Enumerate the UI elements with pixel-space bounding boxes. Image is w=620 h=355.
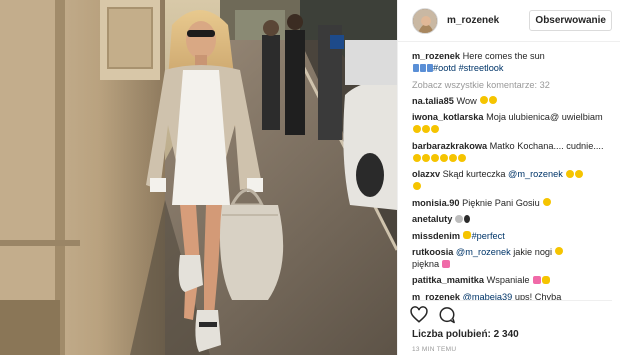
comment-username[interactable]: barbarazkrakowa xyxy=(412,141,487,151)
comment-username[interactable]: iwona_kotlarska xyxy=(412,112,484,122)
comment: anetaluty xyxy=(412,213,612,225)
avatar-image xyxy=(413,8,437,33)
following-button[interactable]: Obserwowanie xyxy=(529,10,612,31)
likes-count[interactable]: Liczba polubień: 2 340 xyxy=(412,329,519,340)
comment: missdenim #perfect xyxy=(412,230,612,242)
comment: rutkoosia @m_rozenek jakie nogi piękna xyxy=(412,246,612,271)
emoji-icon xyxy=(574,169,583,178)
hashtag-link[interactable]: #perfect xyxy=(472,231,505,241)
emoji-icon xyxy=(412,182,421,191)
comment-text: Wspaniale xyxy=(486,275,530,286)
hashtag-link[interactable]: #streetlook xyxy=(459,63,504,73)
heart-emoji-icon xyxy=(532,275,541,284)
emoji-icon xyxy=(479,96,488,105)
view-all-comments-link[interactable]: Zobacz wszystkie komentarze: 32 xyxy=(412,79,612,91)
caption: m_rozenek Here comes the sun #ootd #stre… xyxy=(412,50,612,75)
emoji-icon xyxy=(430,124,439,133)
comment: olazxv Skąd kurteczka @m_rozenek xyxy=(412,168,612,193)
post-timestamp: 13 MIN TEMU xyxy=(412,346,457,353)
comment-username[interactable]: m_rozenek xyxy=(412,292,460,300)
emoji-icon xyxy=(488,96,497,105)
divider xyxy=(412,300,612,301)
comment-username[interactable]: rutkoosia xyxy=(412,247,453,257)
emoji-icon xyxy=(430,153,439,162)
comment-username[interactable]: monisia.90 xyxy=(412,198,460,208)
hashtag-link[interactable]: #ootd xyxy=(433,63,456,73)
emoji-icon xyxy=(565,169,574,178)
comment-username[interactable]: missdenim xyxy=(412,231,460,241)
comment-text: Wow xyxy=(456,95,477,106)
comment-username[interactable]: anetaluty xyxy=(412,214,452,224)
music-note-emoji-icon xyxy=(412,63,419,72)
emoji-icon xyxy=(421,124,430,133)
comment: monisia.90 Pięknie Pani Gosiu xyxy=(412,197,612,209)
post-photo[interactable] xyxy=(0,0,397,355)
emoji-icon xyxy=(555,247,564,256)
emoji-icon xyxy=(448,153,457,162)
comment: patitka_mamitka Wspaniale xyxy=(412,274,612,286)
post-author-username[interactable]: m_rozenek xyxy=(447,15,529,26)
comment: na.talia85 Wow xyxy=(412,95,612,107)
post-actions xyxy=(410,306,456,324)
comment: m_rozenek @mabeja39 ups! Chyba xyxy=(412,291,612,300)
emoji-icon xyxy=(421,153,430,162)
comments-list: m_rozenek Here comes the sun #ootd #stre… xyxy=(412,50,612,300)
comment: iwona_kotlarska Moja ulubienica@ uwielbi… xyxy=(412,111,612,136)
cocktail-emoji-icon xyxy=(464,214,471,223)
music-note-emoji-icon xyxy=(426,63,433,72)
comment-text: Moja ulubienica@ uwielbiam xyxy=(486,112,603,123)
comment-text: Matko Kochana.... cudnie.... xyxy=(489,140,604,151)
emoji-icon xyxy=(542,198,551,207)
comment-username[interactable]: patitka_mamitka xyxy=(412,275,484,285)
comment-username[interactable]: olazxv xyxy=(412,169,440,179)
caption-text: Here comes the sun xyxy=(462,51,545,61)
caption-username[interactable]: m_rozenek xyxy=(412,51,460,61)
mention-link[interactable]: @m_rozenek xyxy=(508,169,563,179)
post-sidebar: m_rozenek Obserwowanie m_rozenek Here co… xyxy=(397,0,620,355)
mention-link[interactable]: @m_rozenek xyxy=(456,247,511,257)
emoji-icon xyxy=(439,153,448,162)
comment-text: ups! Chyba xyxy=(514,291,562,300)
thumbs-up-emoji-icon xyxy=(541,275,550,284)
street-photo-illustration xyxy=(0,0,397,355)
mention-link[interactable]: @mabeja39 xyxy=(463,292,513,300)
comment-text: jakie nogi xyxy=(513,246,553,257)
instagram-post: m_rozenek Obserwowanie m_rozenek Here co… xyxy=(0,0,620,355)
avatar[interactable] xyxy=(412,7,438,34)
music-note-emoji-icon xyxy=(419,63,426,72)
comment-text: Skąd kurteczka xyxy=(442,169,506,180)
emoji-icon xyxy=(412,124,421,133)
sparkle-emoji-icon xyxy=(455,214,464,223)
speech-bubble-icon[interactable] xyxy=(438,306,456,324)
comment-text: Pięknie Pani Gosiu xyxy=(462,197,540,208)
comment-username[interactable]: na.talia85 xyxy=(412,96,454,106)
emoji-icon xyxy=(457,153,466,162)
comment: barbarazkrakowa Matko Kochana.... cudnie… xyxy=(412,140,612,165)
post-header: m_rozenek Obserwowanie xyxy=(398,0,620,42)
heart-outline-icon[interactable] xyxy=(410,306,428,324)
heart-emoji-icon xyxy=(442,259,451,268)
ok-hand-emoji-icon xyxy=(463,231,472,240)
emoji-icon xyxy=(412,153,421,162)
comment-text-continued: piękna xyxy=(412,259,440,270)
